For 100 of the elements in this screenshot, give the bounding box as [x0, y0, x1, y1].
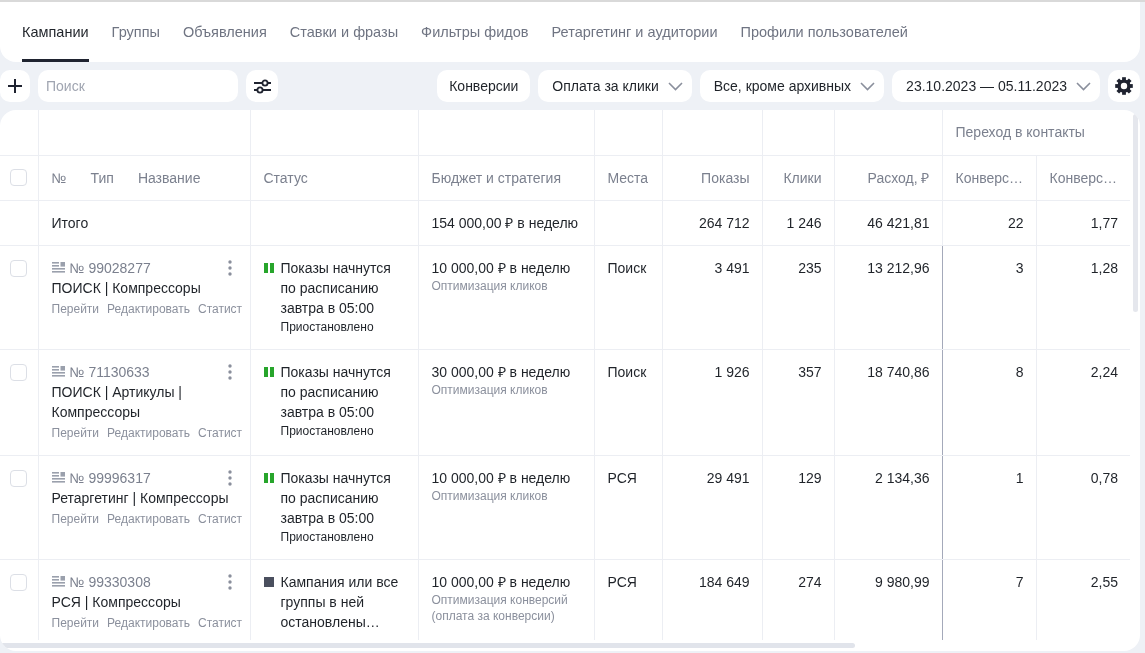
horizontal-scrollbar[interactable]	[0, 643, 855, 648]
campaign-number: № 71130633	[69, 362, 150, 382]
table-cell: 0,78	[1036, 455, 1130, 559]
tab[interactable]: Кампании	[22, 2, 89, 62]
campaign-number: № 99028277	[69, 258, 151, 278]
budget-text: 10 000,00 ₽ в неделю	[431, 572, 572, 592]
chevron-down-icon	[1076, 81, 1091, 91]
column-header[interactable]: Клики	[762, 155, 834, 200]
table-cell: 29 491	[662, 455, 762, 559]
settings-button[interactable]	[1108, 70, 1140, 102]
row-action-link[interactable]: Статист	[197, 509, 243, 528]
campaign-name[interactable]: ПОИСК | Артикулы | Компрессоры	[51, 381, 244, 422]
table-cell: 3	[942, 245, 1036, 349]
more-icon[interactable]	[227, 573, 232, 590]
tab[interactable]: Фильтры фидов	[421, 2, 529, 62]
list-icon	[51, 366, 65, 377]
row-action-link[interactable]: Статист	[197, 299, 243, 318]
tab[interactable]: Ставки и фразы	[289, 2, 399, 62]
row-action-link[interactable]: Перейти	[51, 509, 100, 528]
tab[interactable]: Объявления	[182, 2, 267, 62]
row-action-link[interactable]: Статист	[197, 423, 243, 442]
row-action-link[interactable]: Редактировать	[107, 423, 190, 442]
campaign-name[interactable]: ПОИСК | Компрессоры	[51, 277, 244, 298]
row-action-link[interactable]: Редактировать	[107, 299, 190, 318]
dropdown[interactable]: 23.10.2023 — 05.11.2023	[892, 70, 1100, 102]
search-field[interactable]: Поиск	[38, 70, 238, 102]
list-icon	[51, 576, 65, 587]
checkbox[interactable]	[10, 259, 27, 277]
chevron-down-icon	[667, 81, 683, 91]
status-label: Приостановлено	[280, 528, 375, 546]
checkbox[interactable]	[10, 469, 27, 487]
checkbox[interactable]	[10, 573, 27, 591]
table-cell: 1 246	[762, 200, 834, 245]
sliders-icon	[253, 78, 271, 94]
status-text: Показы начнутся по расписанию завтра в 05:00	[280, 362, 392, 422]
plus-icon	[8, 79, 22, 93]
checkbox[interactable]	[10, 363, 27, 381]
row-action-link[interactable]: Статист	[197, 613, 243, 632]
table-cell: Поиск	[594, 245, 662, 349]
tab[interactable]: Профили пользователей	[740, 2, 908, 62]
row-action-link[interactable]: Редактировать	[107, 509, 190, 528]
row-action-link[interactable]: Перейти	[51, 423, 100, 442]
more-icon[interactable]	[227, 363, 232, 380]
status-label: Приостановлено	[280, 318, 375, 336]
pause-icon	[263, 472, 274, 483]
column-header[interactable]: Конверс…	[1036, 155, 1130, 200]
tab[interactable]: Группы	[111, 2, 160, 62]
strategy-text: Оптимизация кликов	[431, 487, 549, 504]
list-icon	[51, 472, 65, 483]
column-header[interactable]: Тип	[90, 167, 114, 188]
column-group-header: Переход в контакты	[942, 110, 1130, 155]
column-header[interactable]: Бюджет и стратегия	[418, 155, 594, 200]
tab[interactable]: Ретаргетинг и аудитории	[551, 2, 718, 62]
status-text: Показы начнутся по расписанию завтра в 05:00	[280, 468, 392, 528]
column-header[interactable]: №	[51, 167, 67, 188]
table-cell: 129	[762, 455, 834, 559]
budget-text: 30 000,00 ₽ в неделю	[431, 362, 572, 382]
table-cell: 264 712	[662, 200, 762, 245]
table-cell: 2,55	[1036, 559, 1130, 640]
total-label: Итого	[38, 200, 250, 245]
column-header[interactable]: Расход, ₽	[834, 155, 942, 200]
status-label: Приостановлено	[280, 422, 375, 440]
campaign-name[interactable]: Ретаргетинг | Компрессоры	[51, 487, 244, 508]
row-action-link[interactable]: Редактировать	[107, 613, 190, 632]
stop-icon	[263, 576, 274, 587]
settings-icon	[1115, 77, 1133, 95]
column-header[interactable]: Конверс…	[942, 155, 1036, 200]
row-action-link[interactable]: Перейти	[51, 613, 100, 632]
campaign-name[interactable]: РСЯ | Компрессоры	[51, 591, 244, 612]
filter-settings-button[interactable]	[246, 70, 278, 102]
more-icon[interactable]	[227, 259, 232, 276]
pause-icon	[263, 366, 274, 377]
row-action-link[interactable]: Перейти	[51, 299, 100, 318]
dropdown[interactable]: Оплата за клики	[538, 70, 692, 102]
strategy-text: Оптимизация конверсий (оплата за конверсии)	[431, 591, 569, 624]
campaign-number: № 99330308	[69, 572, 151, 592]
filter-button[interactable]: Конверсии	[437, 70, 531, 102]
campaign-number: № 99996317	[69, 468, 151, 488]
table-cell: 2 134,36	[834, 455, 942, 559]
dropdown[interactable]: Все, кроме архивных	[699, 70, 885, 102]
table-cell: 154 000,00 ₽ в неделю	[418, 200, 594, 245]
column-header[interactable]: Название	[137, 167, 201, 188]
table-cell: 22	[942, 200, 1036, 245]
column-header[interactable]: Места	[594, 155, 662, 200]
column-header[interactable]: Статус	[250, 155, 418, 200]
more-icon[interactable]	[227, 469, 232, 486]
table-cell: 46 421,81	[834, 200, 942, 245]
table-cell: 1	[942, 455, 1036, 559]
checkbox[interactable]	[10, 169, 27, 186]
table-cell: РСЯ	[594, 455, 662, 559]
table-cell: 13 212,96	[834, 245, 942, 349]
list-icon	[51, 262, 65, 273]
status-text: Кампания или все группы в ней остановлены…	[280, 572, 400, 632]
vertical-scrollbar[interactable]	[1133, 114, 1138, 312]
strategy-text: Оптимизация кликов	[431, 381, 549, 398]
add-button[interactable]	[0, 70, 30, 102]
column-header[interactable]: Показы	[662, 155, 762, 200]
table-cell: 357	[762, 349, 834, 455]
budget-text: 10 000,00 ₽ в неделю	[431, 468, 572, 488]
table-cell: 1,77	[1036, 200, 1130, 245]
